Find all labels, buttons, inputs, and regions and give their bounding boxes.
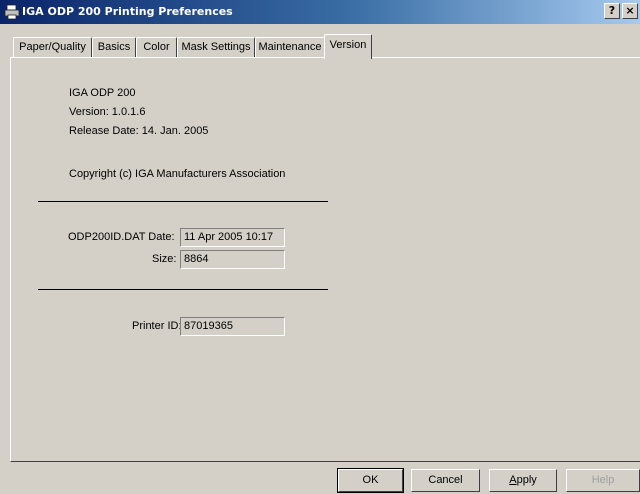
tab-color[interactable]: Color — [136, 37, 177, 57]
size-field: 8864 — [180, 250, 285, 269]
cancel-button[interactable]: Cancel — [411, 469, 480, 492]
apply-button[interactable]: Apply — [489, 469, 557, 492]
tab-maintenance[interactable]: Maintenance — [255, 37, 325, 57]
datfile-date-field: 11 Apr 2005 10:17 — [180, 228, 285, 247]
printer-icon — [4, 4, 20, 20]
ok-button[interactable]: OK — [337, 468, 404, 493]
separator-top — [38, 201, 328, 202]
release-date: Release Date: 14. Jan. 2005 — [69, 125, 209, 137]
window-title: IGA ODP 200 Printing Preferences — [22, 5, 233, 18]
product-name: IGA ODP 200 — [69, 87, 136, 99]
copyright-text: Copyright (c) IGA Manufacturers Associat… — [69, 168, 286, 180]
tab-strip: Paper/Quality Basics Color Mask Settings… — [10, 34, 640, 59]
printer-id-field: 87019365 — [180, 317, 285, 336]
help-button[interactable]: Help — [566, 469, 640, 492]
tab-mask-settings[interactable]: Mask Settings — [177, 37, 255, 57]
separator-bottom — [38, 289, 328, 290]
help-title-button[interactable]: ? — [604, 3, 620, 19]
version-text: Version: 1.0.1.6 — [69, 106, 146, 118]
datfile-date-label: ODP200ID.DAT Date: — [68, 231, 175, 243]
tab-paper-quality[interactable]: Paper/Quality — [13, 37, 92, 57]
printer-id-label: Printer ID: — [132, 320, 182, 332]
tab-basics[interactable]: Basics — [92, 37, 136, 57]
close-button[interactable]: × — [622, 3, 638, 19]
size-label: Size: — [152, 253, 177, 265]
tab-version[interactable]: Version — [324, 34, 372, 59]
version-panel: IGA ODP 200 Version: 1.0.1.6 Release Dat… — [10, 57, 640, 462]
title-bar: IGA ODP 200 Printing Preferences ? × — [0, 0, 640, 24]
